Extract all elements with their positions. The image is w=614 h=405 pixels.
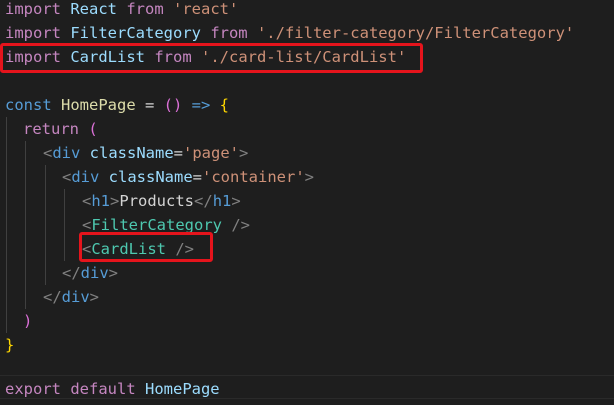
tag-bracket: /> — [222, 216, 250, 234]
tag-bracket: > — [110, 192, 120, 210]
indent-guide — [25, 261, 26, 285]
tag-name: div — [71, 168, 100, 186]
indent-guide — [45, 213, 46, 237]
indent-guide — [25, 285, 26, 309]
indent-guide — [64, 189, 65, 213]
indent-guide — [25, 165, 26, 189]
indent-guide — [25, 237, 26, 261]
identifier: HomePage — [51, 96, 136, 114]
tag-name: h1 — [91, 192, 111, 210]
indent-guide — [6, 237, 7, 261]
indent-guide — [6, 285, 7, 309]
indent-guide — [25, 189, 26, 213]
tag-bracket: < — [62, 168, 72, 186]
attribute-name: className — [80, 144, 174, 162]
tag-name: div — [61, 288, 90, 306]
tag-bracket: </ — [62, 264, 81, 282]
indent-guide — [45, 189, 46, 213]
code-line-17: export default HomePage — [0, 377, 220, 401]
code-line-15: } — [0, 333, 37, 357]
keyword-export: export — [5, 380, 61, 398]
equals: = — [173, 144, 184, 162]
attribute-name: className — [99, 168, 193, 186]
indent-guide — [6, 213, 7, 237]
keyword-default: default — [61, 380, 136, 398]
identifier: FilterCategory — [61, 24, 211, 42]
indent-guide — [25, 141, 26, 165]
indent-guide — [6, 165, 7, 189]
keyword-const: const — [5, 96, 52, 114]
indent-guide — [6, 141, 7, 165]
code-line-6: return ( — [0, 117, 98, 141]
code-editor[interactable]: import React from 'react' import FilterC… — [0, 0, 614, 405]
indent-guide — [45, 237, 46, 261]
identifier: React — [61, 0, 127, 18]
keyword-import: import — [5, 24, 61, 42]
code-line-11: <CardList /> — [0, 237, 194, 261]
tag-bracket: </ — [43, 288, 62, 306]
parentheses: () — [163, 96, 183, 114]
jsx-text: Products — [119, 192, 195, 210]
code-line-1: import React from 'react' — [0, 0, 238, 21]
code-line-8: <div className='container'> — [0, 165, 314, 189]
code-line-14: ) — [0, 309, 37, 333]
code-line-12: </div> — [0, 261, 118, 285]
tag-bracket: > — [231, 192, 241, 210]
keyword-import: import — [5, 0, 61, 18]
indent-guide — [45, 261, 46, 285]
attribute-value: 'page' — [183, 144, 240, 162]
tag-bracket: > — [239, 144, 249, 162]
attribute-value: 'container' — [202, 168, 305, 186]
equals: = — [192, 168, 203, 186]
tag-name: h1 — [212, 192, 232, 210]
code-line-13: </div> — [0, 285, 99, 309]
parenthesis: ) — [23, 312, 33, 330]
indent-guide — [6, 309, 7, 333]
indent-guide — [45, 165, 46, 189]
tag-name: div — [80, 264, 109, 282]
import-cardlist-highlight-box — [0, 43, 423, 73]
parenthesis: ( — [79, 120, 98, 138]
keyword-from: from — [126, 0, 164, 18]
indent-guide — [6, 189, 7, 213]
brace: } — [5, 336, 15, 354]
code-line-7: <div className='page'> — [0, 141, 248, 165]
cardlist-usage-highlight-box — [79, 232, 213, 262]
tag-bracket: > — [304, 168, 315, 186]
operator: = — [135, 96, 164, 114]
indent-guide — [6, 261, 7, 285]
indent-guide — [64, 213, 65, 237]
identifier: HomePage — [135, 380, 220, 398]
string-literal: './filter-category/FilterCategory' — [247, 24, 575, 42]
indent-guide — [25, 213, 26, 237]
indent-guide — [64, 237, 65, 261]
code-line-9: <h1>Products</h1> — [0, 189, 241, 213]
code-line-5: const HomePage = () => { — [0, 93, 229, 117]
indent-guide — [6, 117, 7, 141]
string-literal: 'react' — [163, 0, 239, 18]
tag-bracket: > — [108, 264, 119, 282]
tag-bracket: </ — [194, 192, 213, 210]
keyword-from: from — [210, 24, 248, 42]
code-line-2: import FilterCategory from './filter-cat… — [0, 21, 574, 45]
tag-bracket: > — [89, 288, 100, 306]
code-line-10: <FilterCategory /> — [0, 213, 250, 237]
arrow-operator: => — [182, 96, 220, 114]
tag-bracket: < — [43, 144, 53, 162]
brace: { — [219, 96, 230, 114]
keyword-return: return — [23, 120, 79, 138]
tag-name: div — [52, 144, 81, 162]
tag-bracket: < — [82, 192, 92, 210]
